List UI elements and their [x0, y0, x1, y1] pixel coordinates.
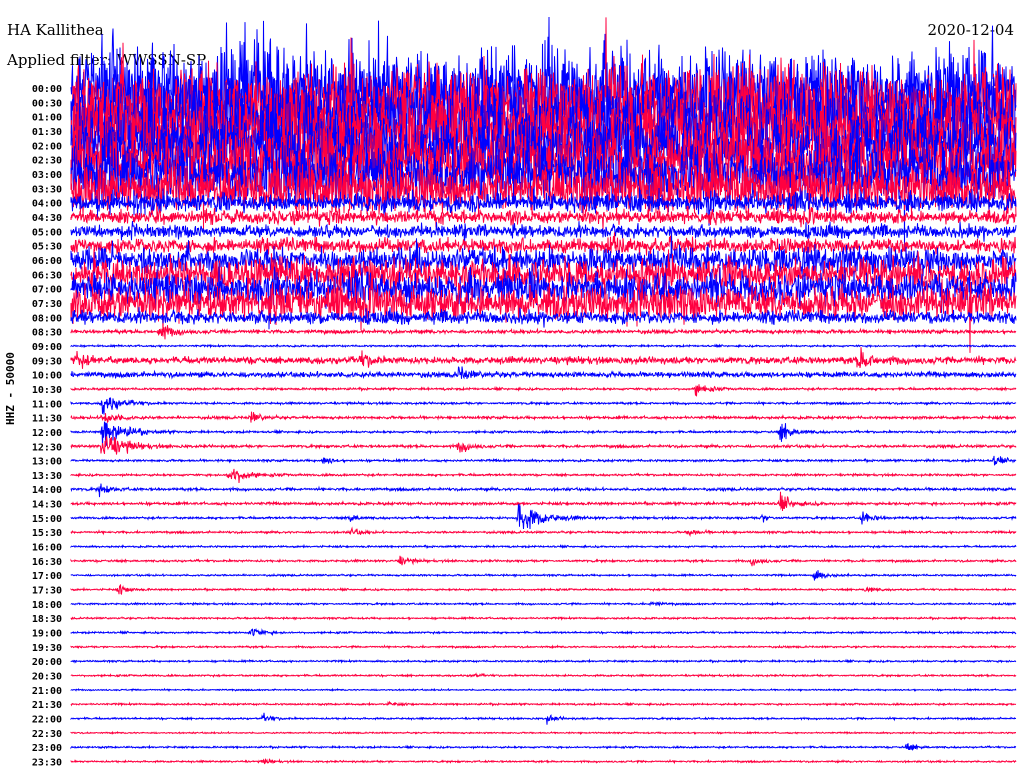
time-tick-label: 01:30 — [32, 127, 62, 138]
trace-row-2300 — [70, 743, 1017, 751]
trace-row-2330 — [70, 758, 1017, 765]
trace-row-1900 — [70, 627, 1017, 637]
time-tick-label: 02:00 — [32, 141, 62, 152]
time-tick-label: 20:00 — [32, 657, 62, 668]
time-tick-label: 16:00 — [32, 543, 62, 554]
trace-row-0930 — [70, 347, 1017, 369]
time-tick-label: 12:30 — [32, 442, 62, 453]
trace-row-1330 — [70, 468, 1017, 484]
trace-row-1000 — [70, 366, 1017, 380]
trace-row-2230 — [70, 730, 1016, 736]
time-tick-label: 11:30 — [32, 414, 62, 425]
trace-row-1200 — [70, 421, 1017, 448]
trace-row-1800 — [70, 601, 1017, 607]
time-tick-label: 21:30 — [32, 700, 62, 711]
trace-row-1100 — [70, 397, 1017, 415]
helicorder-plot: 00:00 00:30 01:00 01:30 02:00 02:30 03:00 03:30… — [32, 16, 1017, 769]
time-tick-label: 03:30 — [32, 184, 62, 195]
time-tick-label: 01:00 — [32, 113, 62, 124]
trace-row-2200 — [70, 712, 1017, 725]
trace-row-1300 — [70, 455, 1017, 466]
time-tick-label: 14:30 — [32, 500, 62, 511]
time-tick-label: 07:30 — [32, 299, 62, 310]
trace-row-1730 — [70, 584, 1017, 595]
trace-row-1400 — [70, 483, 1017, 498]
time-tick-label: 17:30 — [32, 586, 62, 597]
trace-row-0900 — [70, 343, 1017, 349]
trace-row-2030 — [70, 672, 1017, 678]
time-tick-label: 14:00 — [32, 485, 62, 496]
trace-row-2000 — [70, 658, 1017, 664]
trace-row-1130 — [70, 411, 1017, 424]
trace-row-1630 — [70, 555, 1017, 567]
time-tick-label: 15:30 — [32, 528, 62, 539]
time-tick-label: 13:00 — [32, 457, 62, 468]
time-tick-label: 15:00 — [32, 514, 62, 525]
time-tick-label: 10:00 — [32, 371, 62, 382]
time-tick-label: 21:00 — [32, 686, 62, 697]
trace-row-2130 — [70, 700, 1017, 707]
time-tick-label: 17:00 — [32, 571, 62, 582]
time-tick-label: 20:30 — [32, 672, 62, 683]
time-tick-label: 18:00 — [32, 600, 62, 611]
trace-row-1830 — [70, 615, 1017, 621]
time-tick-label: 06:00 — [32, 256, 62, 267]
time-tick-label: 09:00 — [32, 342, 62, 353]
time-tick-label: 04:30 — [32, 213, 62, 224]
time-tick-label: 11:00 — [32, 399, 62, 410]
time-tick-label: 12:00 — [32, 428, 62, 439]
time-tick-label: 06:30 — [32, 270, 62, 281]
trace-row-1030 — [70, 384, 1017, 397]
time-tick-label: 13:30 — [32, 471, 62, 482]
time-tick-label: 18:30 — [32, 614, 62, 625]
time-tick-label: 03:00 — [32, 170, 62, 181]
trace-row-2100 — [70, 687, 1017, 693]
time-tick-label: 19:30 — [32, 643, 62, 654]
time-tick-label: 22:30 — [32, 729, 62, 740]
channel-label: HHZ - 50000 — [4, 352, 17, 425]
time-tick-label: 05:00 — [32, 227, 62, 238]
trace-row-1430 — [70, 491, 1017, 512]
time-tick-label: 10:30 — [32, 385, 62, 396]
time-tick-label: 09:30 — [32, 356, 62, 367]
trace-row-1700 — [70, 570, 1017, 581]
trace-row-1230 — [70, 436, 1017, 455]
time-tick-label: 05:30 — [32, 242, 62, 253]
time-tick-label: 07:00 — [32, 285, 62, 296]
trace-row-1930 — [70, 644, 1017, 650]
time-tick-label: 16:30 — [32, 557, 62, 568]
time-tick-label: 19:00 — [32, 629, 62, 640]
time-tick-label: 23:30 — [32, 758, 62, 769]
time-tick-label: 08:00 — [32, 313, 62, 324]
time-tick-label: 02:30 — [32, 156, 62, 167]
trace-row-0430 — [70, 206, 1017, 230]
time-tick-label: 23:00 — [32, 743, 62, 754]
trace-row-1500 — [70, 503, 1017, 530]
trace-row-1530 — [70, 526, 1017, 537]
time-tick-label: 22:00 — [32, 715, 62, 726]
time-tick-label: 04:00 — [32, 199, 62, 210]
trace-row-1600 — [70, 543, 1017, 550]
time-tick-label: 00:00 — [32, 84, 62, 95]
time-tick-label: 00:30 — [32, 98, 62, 109]
time-tick-label: 08:30 — [32, 328, 62, 339]
